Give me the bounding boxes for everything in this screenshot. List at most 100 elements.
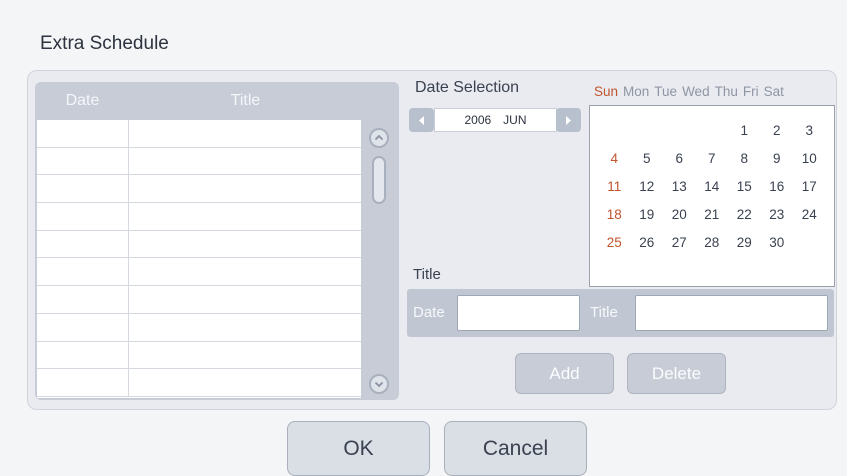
calendar-grid: 1 2 3 4 5 6 7 8 9 10 11 12 13 14 15 16 17 18 19 20 21 22 23 24 2… (598, 120, 826, 254)
calendar-day[interactable]: 1 (728, 120, 761, 142)
calendar-day[interactable]: 20 (663, 204, 696, 226)
table-cell-date (37, 203, 129, 230)
weekday-label: Tue (654, 84, 678, 99)
calendar-day[interactable]: 7 (696, 148, 729, 170)
table-row[interactable] (37, 286, 361, 314)
table-cell-date (37, 120, 129, 147)
calendar-day (663, 120, 696, 142)
table-row[interactable] (37, 369, 361, 397)
table-cell-title (129, 120, 361, 147)
table-cell-title (129, 369, 361, 396)
calendar-day[interactable]: 3 (793, 120, 826, 142)
table-cell-date (37, 341, 129, 369)
table-cell-date (37, 230, 129, 258)
calendar-day[interactable]: 26 (631, 232, 664, 254)
calendar-day[interactable]: 5 (631, 148, 664, 170)
entry-section-label: Title (413, 266, 441, 283)
table-cell-title (129, 258, 361, 285)
calendar-day[interactable]: 4 (598, 148, 631, 170)
calendar-day[interactable]: 27 (663, 232, 696, 254)
calendar: 1 2 3 4 5 6 7 8 9 10 11 12 13 14 15 16 17 18 19 20 21 22 23 24 2… (589, 105, 835, 287)
table-body (37, 120, 361, 398)
month-value: JUN (503, 113, 527, 127)
month-navigator: 2006 JUN (409, 108, 581, 132)
chevron-right-icon (566, 115, 571, 125)
calendar-day[interactable]: 19 (631, 204, 664, 226)
calendar-day (631, 120, 664, 142)
year-value: 2006 (464, 113, 492, 127)
calendar-day[interactable]: 9 (761, 148, 794, 170)
ok-button[interactable]: OK (287, 421, 430, 476)
calendar-day[interactable]: 8 (728, 148, 761, 170)
weekday-label: Wed (682, 84, 710, 99)
cancel-button[interactable]: Cancel (444, 421, 587, 476)
entry-bar: Date Title (407, 289, 834, 337)
table-cell-title (129, 342, 361, 369)
weekday-label: Thu (714, 84, 738, 99)
table-cell-title (129, 175, 361, 202)
table-scrollbar[interactable] (364, 120, 397, 398)
table-row[interactable] (37, 147, 361, 176)
dialog-title: Extra Schedule (40, 33, 169, 54)
scroll-thumb[interactable] (372, 156, 386, 204)
chevron-left-icon (419, 115, 424, 125)
title-field-label: Title (590, 304, 618, 321)
table-row[interactable] (37, 341, 361, 370)
date-field-label: Date (413, 304, 445, 321)
chevron-down-icon (374, 381, 384, 388)
table-row[interactable] (37, 258, 361, 287)
next-month-button[interactable] (556, 108, 581, 132)
table-cell-title (129, 314, 361, 341)
scroll-down-button[interactable] (369, 374, 389, 394)
prev-month-button[interactable] (409, 108, 434, 132)
chevron-up-icon (374, 134, 384, 141)
calendar-day[interactable]: 25 (598, 232, 631, 254)
calendar-day[interactable]: 12 (631, 176, 664, 198)
calendar-day[interactable]: 15 (728, 176, 761, 198)
calendar-day[interactable]: 22 (728, 204, 761, 226)
calendar-day[interactable]: 29 (728, 232, 761, 254)
weekday-header: Sun Mon Tue Wed Thu Fri Sat (594, 84, 830, 99)
table-cell-date (37, 286, 129, 313)
table-row[interactable] (37, 203, 361, 231)
column-header-date: Date (65, 92, 100, 109)
table-row[interactable] (37, 313, 361, 342)
calendar-day[interactable]: 2 (761, 120, 794, 142)
table-cell-title (129, 148, 361, 175)
table-cell-title (129, 203, 361, 230)
table-row[interactable] (37, 230, 361, 259)
column-header-title: Title (230, 92, 261, 109)
calendar-day[interactable]: 24 (793, 204, 826, 226)
calendar-day[interactable]: 30 (761, 232, 794, 254)
calendar-day[interactable]: 13 (663, 176, 696, 198)
weekday-label: Sun (594, 84, 619, 99)
calendar-day (793, 232, 826, 254)
title-field[interactable] (635, 295, 828, 331)
calendar-day (696, 120, 729, 142)
calendar-day[interactable]: 16 (761, 176, 794, 198)
table-cell-title (129, 231, 361, 258)
calendar-day[interactable]: 10 (793, 148, 826, 170)
table-cell-date (37, 258, 129, 286)
date-field[interactable] (457, 295, 580, 331)
calendar-day[interactable]: 18 (598, 204, 631, 226)
table-cell-title (129, 286, 361, 313)
table-row[interactable] (37, 120, 361, 148)
table-cell-date (37, 147, 129, 175)
calendar-day[interactable]: 6 (663, 148, 696, 170)
calendar-day[interactable]: 21 (696, 204, 729, 226)
table-cell-date (37, 369, 129, 396)
delete-button[interactable]: Delete (627, 353, 726, 394)
calendar-day[interactable]: 17 (793, 176, 826, 198)
add-button[interactable]: Add (515, 353, 614, 394)
scroll-up-button[interactable] (369, 128, 389, 148)
weekday-label: Mon (623, 84, 650, 99)
month-display: 2006 JUN (434, 108, 557, 132)
table-row[interactable] (37, 175, 361, 204)
calendar-day[interactable]: 28 (696, 232, 729, 254)
calendar-day[interactable]: 23 (761, 204, 794, 226)
calendar-day[interactable]: 14 (696, 176, 729, 198)
table-cell-date (37, 175, 129, 203)
date-selection-label: Date Selection (415, 79, 520, 96)
calendar-day[interactable]: 11 (598, 176, 631, 198)
